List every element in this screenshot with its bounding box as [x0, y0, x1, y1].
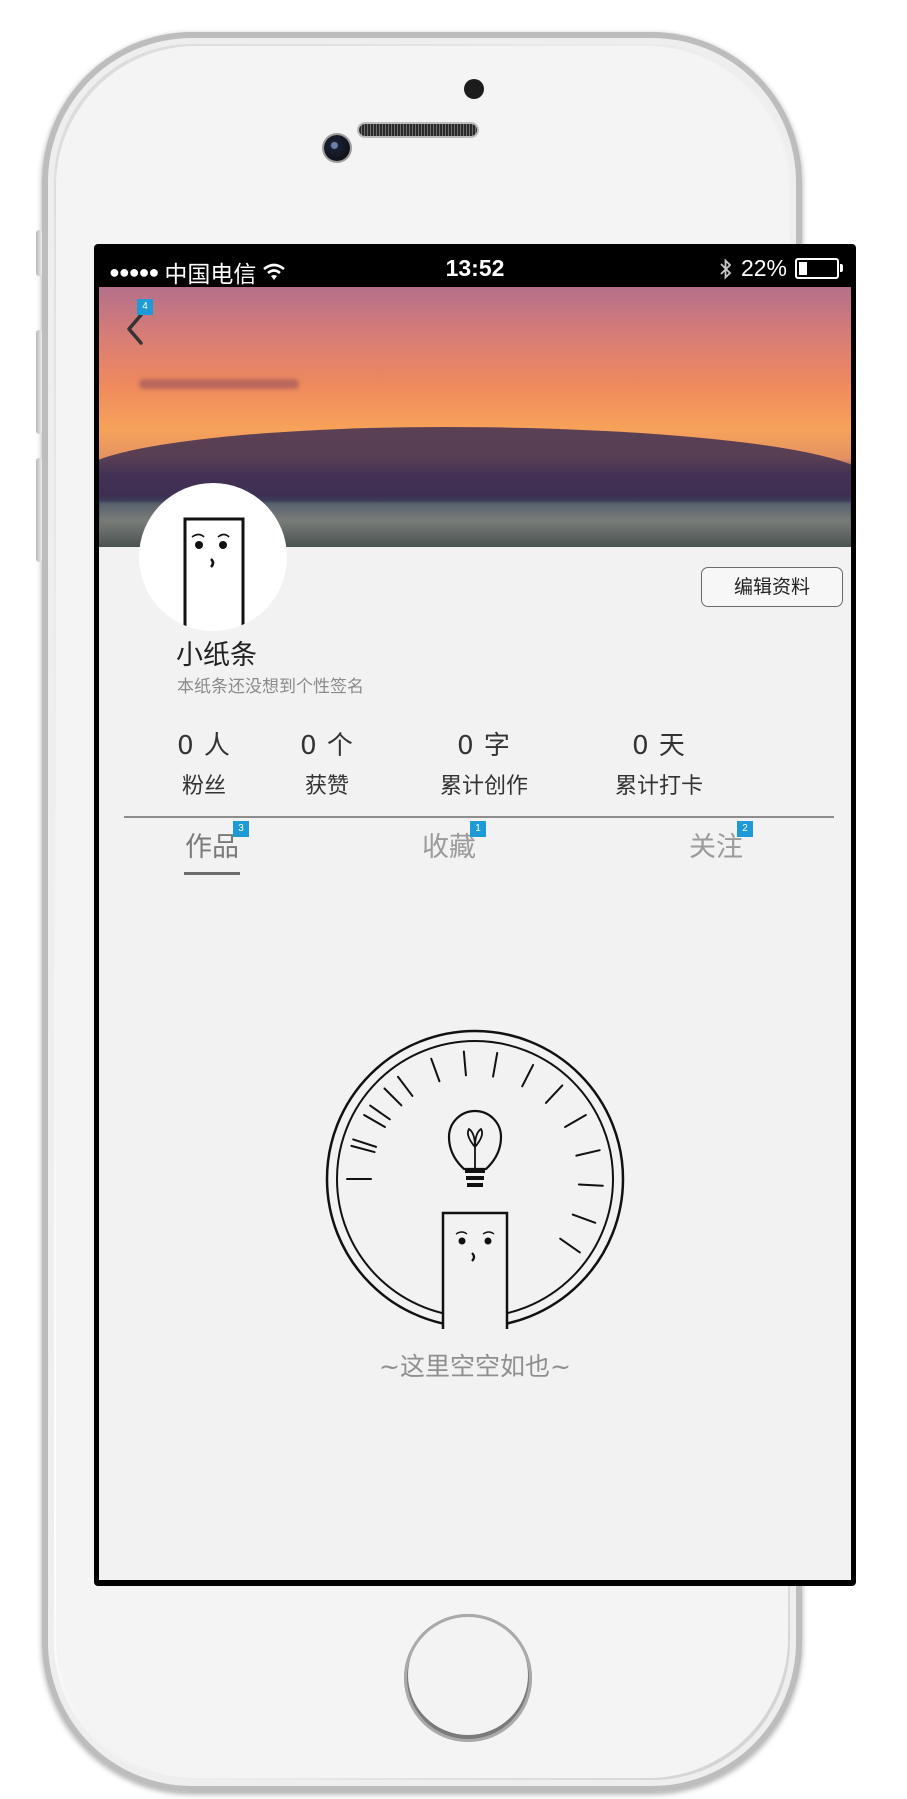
- battery-icon: [795, 258, 843, 279]
- light-ray: [352, 1138, 378, 1148]
- tab-works[interactable]: 作品 3: [185, 821, 249, 864]
- light-ray: [396, 1075, 414, 1097]
- banner-cloud: [139, 379, 299, 389]
- back-button[interactable]: 4: [119, 299, 159, 349]
- empty-state-text: ~这里空空如也~: [379, 1352, 571, 1381]
- tab-favorites-label: 收藏: [422, 832, 476, 863]
- battery-level: [799, 262, 807, 275]
- avatar[interactable]: [139, 483, 287, 631]
- stat-likes-label: 获赞: [304, 774, 349, 799]
- light-ray: [350, 1144, 376, 1154]
- paper-note-mascot-icon: [183, 517, 245, 631]
- proximity-sensor: [464, 79, 484, 99]
- volume-up-button: [36, 330, 42, 434]
- stat-fans-label: 粉丝: [181, 774, 226, 799]
- tab-works-badge: 3: [233, 821, 249, 837]
- front-camera: [324, 135, 350, 161]
- tab-favorites[interactable]: 收藏 1: [422, 821, 486, 864]
- light-ray: [492, 1051, 499, 1078]
- volume-down-button: [36, 458, 42, 562]
- signature: 本纸条还没想到个性签名: [177, 677, 364, 697]
- tab-following-label: 关注: [689, 832, 743, 863]
- app-display: ●●●●● 中国电信 13:52 22% 4 编辑资料 小纸条 本纸条还没想到个…: [99, 249, 851, 1580]
- home-button[interactable]: [404, 1614, 532, 1742]
- stat-words-value: 0 字: [457, 731, 511, 761]
- edit-profile-button[interactable]: 编辑资料: [701, 567, 843, 607]
- light-ray: [544, 1084, 564, 1104]
- stat-fans[interactable]: 0 人 粉丝: [149, 725, 259, 800]
- light-ray: [521, 1063, 535, 1088]
- tabs-divider: [124, 816, 834, 818]
- mute-switch: [36, 230, 42, 276]
- light-ray: [559, 1237, 581, 1254]
- stat-words[interactable]: 0 字 累计创作: [409, 725, 559, 800]
- battery-percent: 22%: [740, 255, 787, 281]
- light-ray: [369, 1104, 391, 1121]
- tab-following[interactable]: 关注 2: [689, 821, 753, 864]
- stat-checkin-value: 0 天: [632, 731, 686, 761]
- light-ray: [564, 1114, 587, 1128]
- light-ray: [462, 1050, 467, 1077]
- stat-fans-value: 0 人: [177, 731, 231, 761]
- light-ray: [383, 1087, 403, 1107]
- screen: ●●●●● 中国电信 13:52 22% 4 编辑资料 小纸条 本纸条还没想到个…: [94, 244, 856, 1586]
- light-ray: [575, 1149, 601, 1157]
- empty-state-illustration: [325, 1029, 625, 1329]
- tab-works-label: 作品: [185, 832, 239, 863]
- light-ray: [363, 1114, 386, 1128]
- stat-words-label: 累计创作: [439, 774, 528, 799]
- earpiece-speaker: [359, 124, 477, 136]
- light-ray: [577, 1183, 604, 1187]
- tab-favorites-badge: 1: [470, 821, 486, 837]
- stat-checkin-label: 累计打卡: [614, 774, 703, 799]
- username: 小纸条: [176, 640, 257, 671]
- light-ray: [571, 1213, 597, 1224]
- bluetooth-icon: [720, 257, 732, 280]
- stat-likes-value: 0 个: [300, 731, 354, 761]
- tab-following-badge: 2: [737, 821, 753, 837]
- active-tab-indicator: [184, 872, 240, 875]
- status-bar: ●●●●● 中国电信 13:52 22%: [99, 249, 851, 287]
- stat-likes[interactable]: 0 个 获赞: [272, 725, 382, 800]
- back-badge: 4: [137, 299, 153, 315]
- light-ray: [430, 1057, 441, 1083]
- stat-checkin[interactable]: 0 天 累计打卡: [584, 725, 734, 800]
